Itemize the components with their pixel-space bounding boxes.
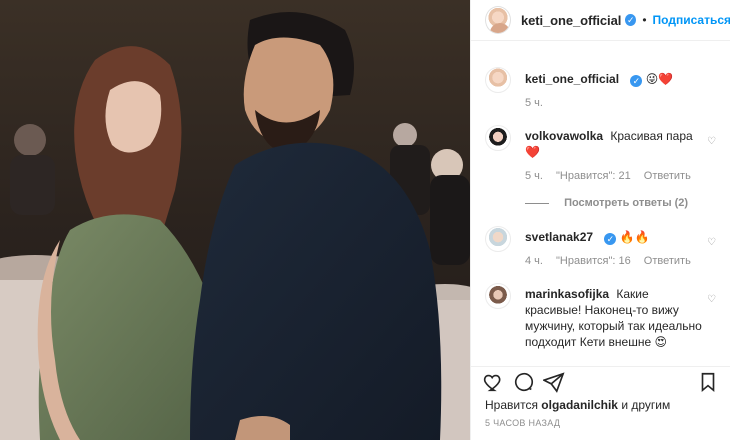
- post-photo[interactable]: [0, 0, 470, 440]
- author-avatar[interactable]: [485, 6, 512, 34]
- comment-row: volkovawolka Красивая пара ❤️ 5 ч. "Нрав…: [485, 125, 725, 195]
- post-header: keti_one_official ✓ • Подписаться: [471, 0, 730, 41]
- comment-username[interactable]: marinkasofijka: [525, 287, 609, 301]
- verified-icon: ✓: [625, 14, 637, 26]
- comment-time[interactable]: 5 ч.: [525, 170, 543, 182]
- comment-row: svetlanak27 ✓ 🔥🔥 4 ч. "Нравится": 16 Отв…: [485, 226, 725, 276]
- comment-avatar[interactable]: [485, 125, 511, 151]
- save-icon[interactable]: [697, 371, 719, 393]
- heart-icon[interactable]: ♡: [707, 238, 717, 248]
- view-replies-label: Посмотреть ответы (2): [564, 197, 689, 209]
- comment-body: svetlanak27 ✓ 🔥🔥 4 ч. "Нравится": 16 Отв…: [525, 229, 705, 269]
- share-icon[interactable]: [543, 371, 565, 393]
- comment-likes[interactable]: "Нравится": 16: [556, 255, 631, 267]
- caption-time[interactable]: 5 ч.: [525, 97, 543, 109]
- action-bar: [471, 366, 730, 396]
- photo-illustration: [0, 0, 470, 440]
- comment-row: marinkasofijka Какие красивые! Наконец-т…: [485, 283, 725, 353]
- comment-meta: 4 ч. "Нравится": 16 Ответить: [525, 253, 705, 269]
- comment-avatar[interactable]: [485, 283, 511, 309]
- comment-likes[interactable]: "Нравится": 21: [556, 170, 631, 182]
- reply-button[interactable]: Ответить: [644, 170, 691, 182]
- reply-button[interactable]: Ответить: [644, 255, 691, 267]
- comment-time[interactable]: 4 ч.: [525, 255, 543, 267]
- comment-text: 🔥🔥: [619, 230, 650, 244]
- comment-icon[interactable]: [513, 371, 535, 393]
- verified-icon: ✓: [630, 75, 643, 87]
- comment-meta: 5 ч. "Нравится": 21 Ответить: [525, 168, 705, 184]
- caption-body: keti_one_official ✓ 😜❤️ 5 ч.: [525, 71, 705, 111]
- likes-line: Нравится olgadanilchik и другим: [485, 398, 670, 412]
- instagram-post-window: keti_one_official ✓ • Подписаться keti_o…: [0, 0, 730, 440]
- comment-body: marinkasofijka Какие красивые! Наконец-т…: [525, 286, 705, 350]
- likes-suffix[interactable]: и другим: [621, 398, 670, 412]
- verified-icon: ✓: [604, 233, 617, 245]
- caption-text: 😜❤️: [645, 72, 674, 86]
- heart-icon[interactable]: ♡: [707, 137, 717, 147]
- comment-username[interactable]: volkovawolka: [525, 129, 603, 143]
- separator-dot: •: [642, 13, 647, 27]
- caption-row: keti_one_official ✓ 😜❤️ 5 ч.: [485, 67, 725, 109]
- post-sidebar: keti_one_official ✓ • Подписаться keti_o…: [470, 0, 730, 440]
- view-replies-button[interactable]: Посмотреть ответы (2): [525, 197, 688, 209]
- follow-button[interactable]: Подписаться: [653, 13, 730, 27]
- comment-body: volkovawolka Красивая пара ❤️ 5 ч. "Нрав…: [525, 128, 705, 184]
- likes-user[interactable]: olgadanilchik: [541, 398, 618, 412]
- caption-avatar[interactable]: [485, 67, 511, 93]
- post-time[interactable]: 5 ЧАСОВ НАЗАД: [485, 418, 560, 428]
- caption-meta: 5 ч.: [525, 95, 705, 111]
- author-username[interactable]: keti_one_official: [521, 13, 621, 28]
- comment-avatar[interactable]: [485, 226, 511, 252]
- heart-icon[interactable]: ♡: [707, 295, 717, 305]
- comment-username[interactable]: svetlanak27: [525, 230, 593, 244]
- like-icon[interactable]: [483, 371, 505, 393]
- caption-username[interactable]: keti_one_official: [525, 72, 619, 86]
- likes-prefix: Нравится: [485, 398, 538, 412]
